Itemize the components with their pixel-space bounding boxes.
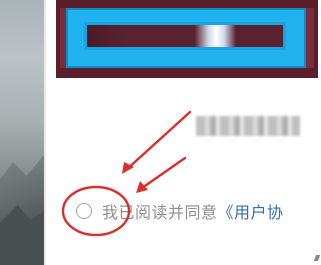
highlight-circle bbox=[61, 185, 131, 237]
annotation-arrowhead bbox=[136, 181, 148, 193]
annotation-arrow-line bbox=[140, 156, 187, 190]
annotation-overlay bbox=[61, 110, 192, 237]
